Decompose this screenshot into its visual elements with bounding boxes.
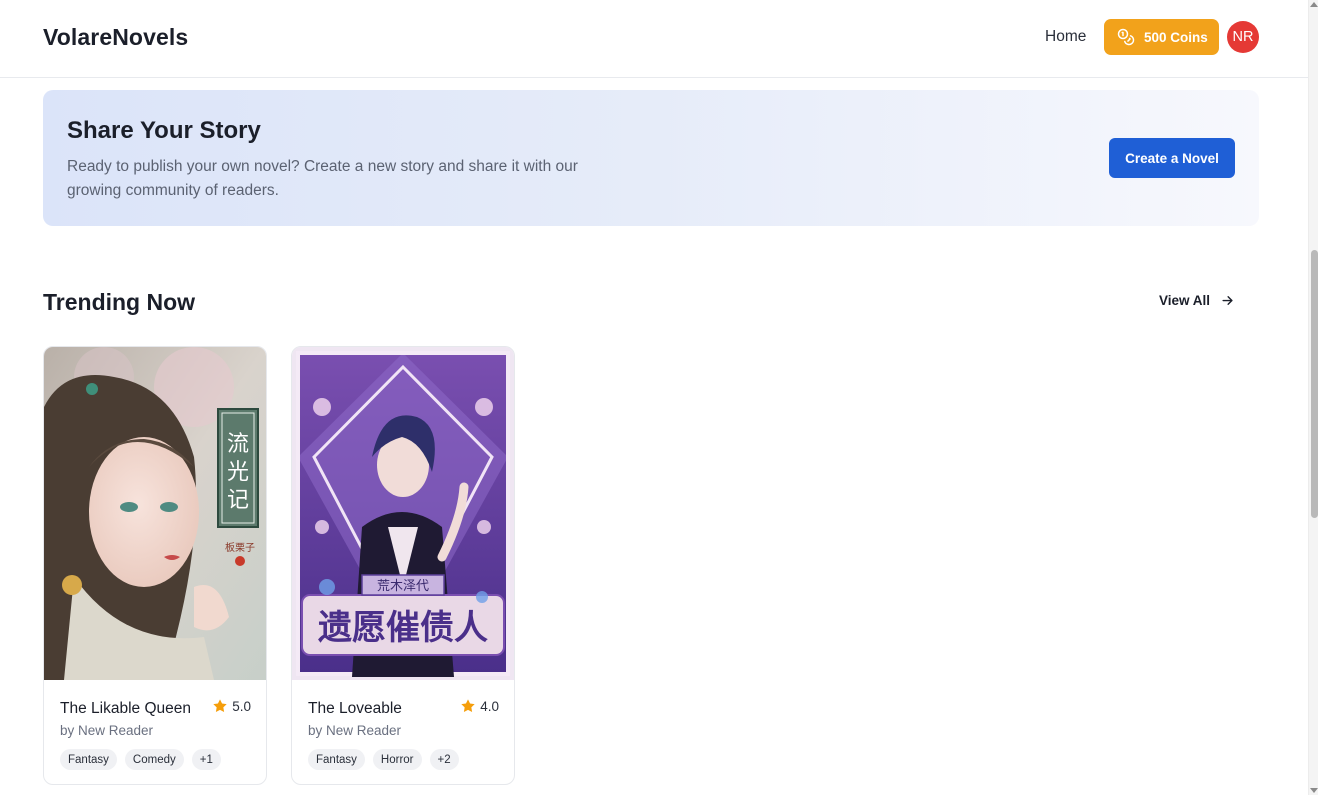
cover-char-3: 记 [227, 488, 249, 513]
svg-text:板栗子: 板栗子 [225, 541, 255, 554]
view-all-link[interactable]: View All [1159, 293, 1235, 308]
arrow-right-icon [1222, 296, 1233, 305]
nav-home-link[interactable]: Home [1045, 28, 1086, 46]
genre-tag[interactable]: Comedy [124, 749, 184, 770]
coins-label: 500 Coins [1144, 29, 1208, 45]
rating-value: 5.0 [232, 698, 251, 714]
genre-tag[interactable]: Horror [372, 749, 422, 770]
genre-tag[interactable]: Fantasy [308, 749, 365, 770]
novel-rating: 5.0 [212, 698, 251, 714]
rating-value: 4.0 [480, 698, 499, 714]
scrollbar-thumb[interactable] [1311, 250, 1318, 518]
novel-cover-image: 流 光 记 板栗子 [44, 347, 266, 680]
novel-title[interactable]: The Loveable [308, 700, 402, 718]
novel-card[interactable]: 荒木泽代 遗愿催债人 The Loveable 4.0 by New Reade… [291, 346, 515, 785]
novel-tags: Fantasy Horror +2 [308, 749, 459, 770]
cover-char-2: 光 [227, 460, 249, 485]
user-avatar[interactable]: NR [1227, 21, 1259, 53]
scroll-up-arrow-icon[interactable] [1310, 2, 1318, 7]
scroll-down-arrow-icon[interactable] [1310, 788, 1318, 793]
page-scrollbar[interactable] [1308, 0, 1318, 795]
more-tags-badge[interactable]: +2 [429, 749, 459, 770]
coins-icon [1117, 28, 1135, 46]
top-navbar: VolareNovels Home 500 Coins NR [0, 0, 1308, 78]
star-icon [213, 699, 227, 713]
view-all-label: View All [1159, 293, 1211, 308]
svg-text:荒木泽代: 荒木泽代 [377, 579, 429, 594]
create-novel-button[interactable]: Create a Novel [1109, 138, 1235, 178]
cover-title-text: 遗愿催债人 [318, 608, 488, 648]
novel-cover-image: 荒木泽代 遗愿催债人 [292, 347, 514, 680]
more-tags-badge[interactable]: +1 [191, 749, 221, 770]
novel-tags: Fantasy Comedy +1 [60, 749, 221, 770]
coins-button[interactable]: 500 Coins [1104, 19, 1219, 55]
genre-tag[interactable]: Fantasy [60, 749, 117, 770]
novel-rating: 4.0 [460, 698, 499, 714]
novel-title[interactable]: The Likable Queen [60, 700, 191, 718]
banner-title: Share Your Story [67, 117, 261, 144]
brand-logo[interactable]: VolareNovels [43, 24, 188, 51]
novel-author: by New Reader [308, 723, 402, 738]
star-icon [461, 699, 475, 713]
trending-section-title: Trending Now [43, 289, 196, 315]
novel-author: by New Reader [60, 723, 154, 738]
banner-description: Ready to publish your own novel? Create … [67, 158, 578, 199]
novel-card[interactable]: 流 光 记 板栗子 The Likable Queen 5.0 by New R… [43, 346, 267, 785]
share-story-banner: Share Your Story Ready to publish your o… [43, 90, 1259, 226]
cover-char-1: 流 [227, 432, 249, 457]
